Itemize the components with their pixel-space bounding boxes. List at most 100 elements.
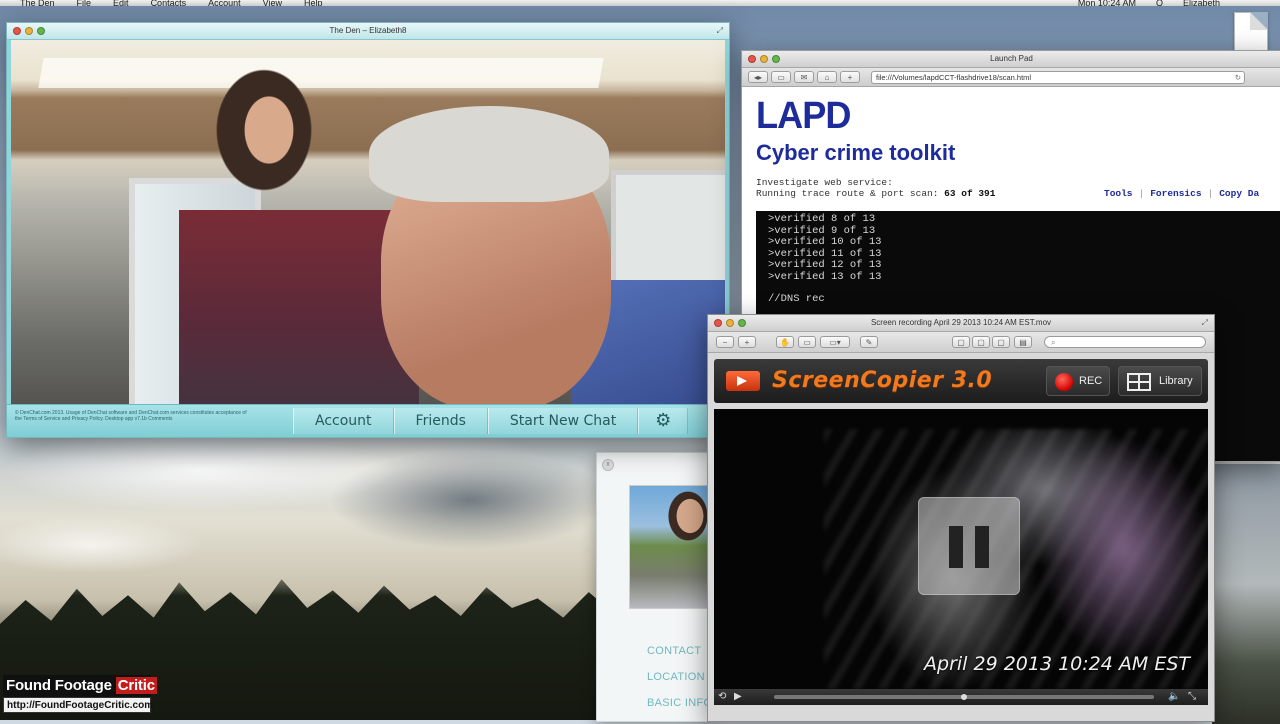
address-bar[interactable]: file:///Volumes/lapdCCT-flashdrive18/sca… [871,70,1245,84]
gear-icon[interactable]: ⚙ [638,408,689,434]
fullscreen-icon[interactable]: ⤢ [1202,318,1208,328]
menu-view[interactable]: View [263,0,282,6]
add-tab-icon[interactable]: + [840,71,860,83]
scan-status: Investigate web service: Running trace r… [756,177,995,199]
recording-video: April 29 2013 10:24 AM EST [714,409,1208,689]
menu-contacts[interactable]: Contacts [151,0,187,6]
reader-icon[interactable]: ▭ [771,71,791,83]
page-title: Cyber crime toolkit [756,140,956,165]
console-line: >verified 12 of 13 [768,259,882,271]
menu-account[interactable]: Account [208,0,241,6]
menu-file[interactable]: File [77,0,92,6]
volume-icon[interactable]: 🔈 [1168,690,1180,704]
start-new-chat-button[interactable]: Start New Chat [487,408,639,434]
zoom-button[interactable] [772,55,780,63]
scrubber-knob[interactable] [961,694,967,700]
scan-status-line1: Investigate web service: [756,177,893,188]
watermark-brand: Found Footage Critic [3,675,157,697]
recorder-toolbar: − + ✋ ▭ ▭▾ ✎ ▢ ▢ ▢ ▤ ⌕ [708,332,1214,353]
recorder-titlebar[interactable]: Screen recording April 29 2013 10:24 AM … [708,315,1214,332]
zoom-out-icon[interactable]: − [716,336,734,348]
close-icon[interactable]: x [602,459,614,471]
view-single-icon[interactable]: ▢ [952,336,970,348]
annotate-icon[interactable]: ▭▾ [820,336,850,348]
record-icon [1055,373,1073,391]
watermark-brand-main: Found Footage [6,677,116,694]
play-icon[interactable]: ▶ [734,690,742,704]
search-icon: ⌕ [1051,338,1056,347]
hand-icon[interactable]: ✋ [776,336,794,348]
back-forward-icon[interactable]: ◂▸ [748,71,768,83]
console-line: >verified 13 of 13 [768,270,882,283]
contact-photo[interactable] [629,485,709,609]
copy-data-link[interactable]: Copy Da [1219,188,1259,199]
close-button[interactable] [714,319,722,327]
app-name: ScreenCopier 3.0 [772,368,993,393]
video-person-man [351,100,725,426]
address-bar-url: file:///Volumes/lapdCCT-flashdrive18/sca… [876,72,1032,82]
tools-link[interactable]: Tools [1104,188,1133,199]
basic-info-link[interactable]: BASIC INFO [647,697,712,709]
console-footer: //DNS rec [768,293,825,305]
view-double-icon[interactable]: ▢ [972,336,990,348]
rec-label: REC [1079,375,1103,387]
reload-icon[interactable]: ↻ [1235,72,1241,84]
menu-clock[interactable]: Mon 10:24 AM [1078,0,1136,6]
loop-icon[interactable]: ⟲ [718,690,726,704]
library-button[interactable]: Library [1118,366,1202,396]
search-input[interactable]: ⌕ [1044,336,1206,348]
browser-titlebar[interactable]: Launch Pad [742,51,1280,68]
fullscreen-icon[interactable]: ⤢ [717,26,723,36]
menu-user[interactable]: Elizabeth [1183,0,1220,6]
menu-help[interactable]: Help [304,0,323,6]
close-button[interactable] [13,27,21,35]
scan-progress: 63 of 391 [944,188,996,199]
pause-icon[interactable] [918,497,1020,595]
mail-icon[interactable]: ✉ [794,71,814,83]
friends-button[interactable]: Friends [393,408,488,434]
recorder-window-title: Screen recording April 29 2013 10:24 AM … [870,318,1052,327]
chat-titlebar[interactable]: The Den – Elizabeth8 ⤢ [7,23,729,40]
expand-icon[interactable]: ⤡ [1188,690,1196,704]
zoom-button[interactable] [37,27,45,35]
minimize-button[interactable] [25,27,33,35]
zoom-button[interactable] [738,319,746,327]
watermark-brand-accent: Critic [115,677,157,694]
window-controls [714,319,746,327]
minimize-button[interactable] [760,55,768,63]
close-button[interactable] [748,55,756,63]
pen-icon[interactable]: ✎ [860,336,878,348]
forensics-link[interactable]: Forensics [1150,188,1201,199]
location-link[interactable]: LOCATION [647,671,705,683]
playback-scrubber[interactable] [774,694,1154,700]
spotlight-icon[interactable]: Q [1156,0,1163,6]
contact-link[interactable]: CONTACT [647,645,701,657]
account-button[interactable]: Account [293,408,394,434]
select-icon[interactable]: ▭ [798,336,816,348]
browser-window-title: Launch Pad [990,54,1033,63]
chat-video-feed [11,40,725,426]
console-line: >verified 10 of 13 [768,236,882,248]
desktop-file-icon[interactable] [1234,12,1268,52]
library-grid-icon [1127,373,1151,391]
screencopier-logo-icon [726,371,760,391]
sidebar-icon[interactable]: ▤ [1014,336,1032,348]
home-icon[interactable]: ⌂ [817,71,837,83]
window-controls [13,27,45,35]
scan-status-line2: Running trace route & port scan: [756,188,945,199]
menu-edit[interactable]: Edit [113,0,129,6]
console-line: >verified 8 of 13 [768,213,876,225]
minimize-button[interactable] [726,319,734,327]
zoom-in-icon[interactable]: + [738,336,756,348]
rec-button[interactable]: REC [1046,366,1110,396]
watermark-url: http://FoundFootageCritic.com [3,697,153,713]
window-controls [748,55,780,63]
watermark: Found Footage Critic http://FoundFootage… [3,675,157,717]
menu-app-name[interactable]: The Den [20,0,55,6]
playback-controls: ⟲ ▶ 🔈 ⤡ [714,689,1208,705]
video-man-hair [369,106,609,202]
chat-window: The Den – Elizabeth8 ⤢ © DenChat.com 201… [6,22,730,438]
view-grid-icon[interactable]: ▢ [992,336,1010,348]
contact-panel: x CONTACT LOCATION BASIC INFO [596,452,718,722]
console-gap [768,283,1280,294]
